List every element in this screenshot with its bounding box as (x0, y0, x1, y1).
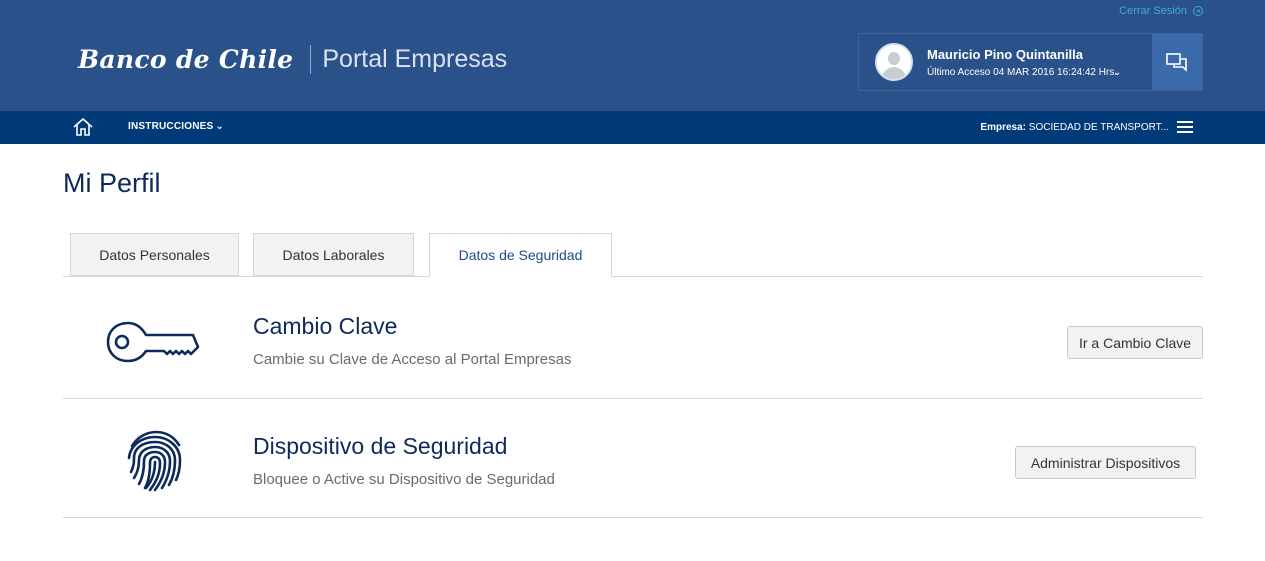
messages-button[interactable] (1152, 34, 1202, 90)
fingerprint-icon (127, 430, 182, 492)
avatar-body (882, 67, 906, 79)
row-description: Cambie su Clave de Acceso al Portal Empr… (253, 351, 572, 368)
home-icon[interactable] (72, 117, 94, 137)
administrar-dispositivos-button[interactable]: Administrar Dispositivos (1015, 446, 1196, 479)
tab-datos-personales[interactable]: Datos Personales (70, 233, 239, 276)
user-info: Mauricio Pino Quintanilla Último Acceso … (927, 47, 1121, 78)
hamburger-menu-icon[interactable] (1177, 121, 1193, 133)
user-name: Mauricio Pino Quintanilla (927, 46, 1084, 62)
tab-datos-seguridad[interactable]: Datos de Seguridad (429, 233, 612, 277)
company-name: SOCIEDAD DE TRANSPORT... (1028, 122, 1169, 133)
key-icon (106, 321, 200, 363)
brand-divider (310, 45, 312, 74)
company-selector[interactable]: Empresa: SOCIEDAD DE TRANSPORT... (980, 122, 1169, 133)
row-description: Bloquee o Active su Dispositivo de Segur… (253, 471, 555, 488)
logout-label[interactable]: Cerrar Sesión (1119, 5, 1187, 17)
avatar-head (888, 52, 900, 65)
avatar (875, 43, 913, 81)
logout-icon[interactable]: ➜ (1193, 6, 1203, 16)
company-label: Empresa: (980, 122, 1026, 133)
list-item-cambio-clave: Cambio Clave Cambie su Clave de Acceso a… (63, 277, 1203, 399)
profile-tabs: Datos Personales Datos Laborales Datos d… (63, 233, 1203, 277)
instrucciones-menu[interactable]: INSTRUCCIONES ⌄ (128, 121, 224, 132)
brand-logo: Banco de Chile Portal Empresas (78, 45, 507, 74)
instrucciones-label[interactable]: INSTRUCCIONES (128, 121, 213, 132)
user-panel: Mauricio Pino Quintanilla Último Acceso … (858, 33, 1203, 91)
top-header: Cerrar Sesión ➜ Banco de Chile Portal Em… (0, 0, 1265, 111)
chevron-down-icon[interactable]: ⌄ (1113, 67, 1121, 78)
row-title: Dispositivo de Seguridad (253, 433, 508, 459)
portal-title: Portal Empresas (322, 45, 508, 73)
row-title: Cambio Clave (253, 313, 398, 339)
chevron-down-icon[interactable]: ⌄ (215, 121, 224, 132)
nav-bar: INSTRUCCIONES ⌄ Empresa: SOCIEDAD DE TRA… (0, 111, 1265, 144)
page-title: Mi Perfil (63, 168, 161, 198)
bank-logo-text: Banco de Chile (78, 45, 294, 74)
tab-datos-laborales[interactable]: Datos Laborales (253, 233, 414, 276)
list-item-dispositivo-seguridad: Dispositivo de Seguridad Bloquee o Activ… (63, 399, 1203, 518)
ir-a-cambio-clave-button[interactable]: Ir a Cambio Clave (1067, 326, 1203, 359)
last-access: Último Acceso 04 MAR 2016 16:24:42 Hrs. … (927, 67, 1121, 78)
chat-icon[interactable] (1166, 52, 1188, 72)
last-access-text: Último Acceso 04 MAR 2016 16:24:42 Hrs. (927, 66, 1118, 78)
logout-link[interactable]: Cerrar Sesión ➜ (1119, 5, 1203, 17)
